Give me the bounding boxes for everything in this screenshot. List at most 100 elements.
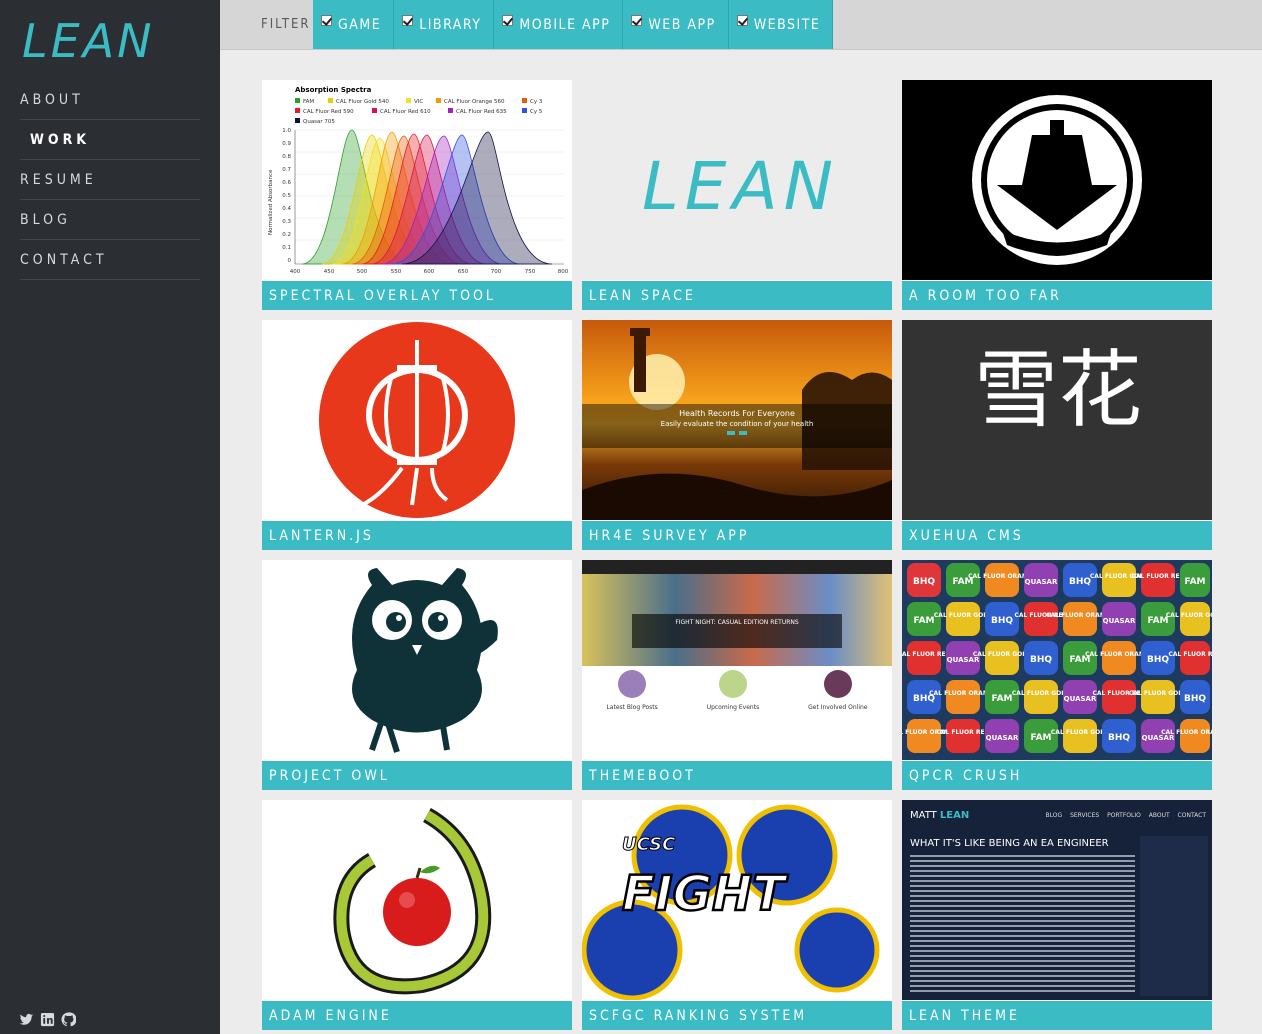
project-thumbnail: FIGHT NIGHT: CASUAL EDITION RETURNS Late… (582, 560, 892, 760)
svg-text:QUASAR: QUASAR (986, 734, 1019, 742)
feature-column: Upcoming Events (707, 670, 759, 711)
svg-text:CAL FLUOR RED: CAL FLUOR RED (1168, 651, 1212, 658)
project-card-a-room-too-far[interactable]: A ROOM TOO FAR (902, 80, 1212, 310)
project-card-lean-space[interactable]: LEAN LEAN SPACE (582, 80, 892, 310)
linkedin-icon[interactable] (40, 1012, 55, 1027)
social-links (19, 1012, 77, 1027)
project-title: QPCR CRUSH (902, 760, 1212, 790)
project-card-lean-theme[interactable]: MATT LEAN BLOG SERVICES PORTFOLIO ABOUT … (902, 800, 1212, 1030)
project-thumbnail (902, 80, 1212, 280)
svg-text:CAL FLUOR GOLD: CAL FLUOR GOLD (1012, 690, 1070, 697)
svg-text:400: 400 (290, 269, 301, 275)
svg-text:0.7: 0.7 (282, 167, 291, 173)
nav-item-contact[interactable]: CONTACT (20, 240, 200, 280)
filter-options: GAME LIBRARY MOBILE APP WEB APP WEBSITE (313, 0, 834, 49)
blog-post-body (910, 855, 1135, 995)
main-nav: ABOUT WORK RESUME BLOG CONTACT (20, 80, 200, 280)
project-thumbnail: BHQ FAM CAL FLUOR ORANGE QUASAR BHQ CAL … (902, 560, 1212, 760)
svg-text:BHQ: BHQ (1147, 655, 1169, 665)
svg-text:BHQ: BHQ (1030, 655, 1052, 665)
svg-text:1.0: 1.0 (282, 128, 291, 134)
project-thumbnail (262, 800, 572, 1000)
checkbox-checked-icon[interactable] (736, 15, 748, 26)
sidebar: LEAN ABOUT WORK RESUME BLOG CONTACT (0, 0, 220, 1034)
project-card-themeboot[interactable]: FIGHT NIGHT: CASUAL EDITION RETURNS Late… (582, 560, 892, 790)
lantern-logo-image (319, 322, 515, 518)
project-card-xuehua-cms[interactable]: 雪花 XUEHUA CMS (902, 320, 1212, 550)
project-card-adam-engine[interactable]: ADAM ENGINE (262, 800, 572, 1030)
svg-text:CAL Fluor Red 635: CAL Fluor Red 635 (456, 109, 507, 115)
project-title: SPECTRAL OVERLAY TOOL (262, 280, 572, 310)
owl-mascot-image (352, 568, 498, 753)
project-card-project-owl[interactable]: PROJECT OWL (262, 560, 572, 790)
ship-emblem-image (972, 95, 1142, 265)
svg-text:700: 700 (491, 269, 502, 275)
svg-text:CAL Fluor Red 590: CAL Fluor Red 590 (303, 109, 354, 115)
project-title: SCFGC RANKING SYSTEM (582, 1000, 892, 1030)
feature-columns: Latest Blog Posts Upcoming Events Get In… (582, 670, 892, 711)
feature-column: Latest Blog Posts (606, 670, 658, 711)
svg-text:BHQ: BHQ (991, 616, 1013, 626)
svg-text:BHQ: BHQ (1069, 577, 1091, 587)
checkbox-checked-icon[interactable] (321, 15, 332, 26)
project-title: HR4E SURVEY APP (582, 520, 892, 550)
svg-text:CAL FLUOR GOLD: CAL FLUOR GOLD (1051, 729, 1109, 736)
filter-game[interactable]: GAME (313, 0, 395, 49)
project-thumbnail: LEAN (582, 80, 892, 280)
github-icon[interactable] (61, 1012, 77, 1027)
site-logo[interactable]: LEAN (22, 14, 155, 68)
svg-text:CAL FLUOR GOLD: CAL FLUOR GOLD (1166, 612, 1212, 619)
nav-item-blog[interactable]: BLOG (20, 200, 200, 240)
filter-website[interactable]: WEBSITE (728, 0, 834, 49)
apple-snake-logo-image (333, 808, 492, 995)
checkbox-checked-icon[interactable] (631, 15, 643, 26)
svg-text:800: 800 (558, 269, 569, 275)
project-card-hr4e-survey-app[interactable]: Health Records For Everyone Easily evalu… (582, 320, 892, 550)
project-card-lantern-js[interactable]: LANTERN.JS (262, 320, 572, 550)
svg-text:CAL FLUOR GOLD: CAL FLUOR GOLD (973, 651, 1031, 658)
svg-text:FAM: FAM (913, 616, 934, 626)
project-title: LEAN THEME (902, 1000, 1212, 1030)
project-title: XUEHUA CMS (902, 520, 1212, 550)
filter-web-app[interactable]: WEB APP (623, 0, 729, 49)
project-thumbnail (262, 320, 572, 520)
project-card-spectral-overlay-tool[interactable]: Absorption Spectra FAM CAL Fluor Gold 54… (262, 80, 572, 310)
filter-mobile-app[interactable]: MOBILE APP (494, 0, 624, 49)
svg-text:600: 600 (424, 269, 435, 275)
project-card-scfgc-ranking-system[interactable]: UCSC FIGHT SCFGC RANKING SYSTEM (582, 800, 892, 1030)
svg-text:QUASAR: QUASAR (1103, 617, 1136, 625)
svg-text:450: 450 (324, 269, 335, 275)
svg-text:0.5: 0.5 (282, 193, 291, 199)
svg-text:0.1: 0.1 (282, 245, 291, 251)
filter-bar: FILTER GAME LIBRARY MOBILE APP WEB APP W… (220, 0, 1262, 50)
feature-column: Get Involved Online (808, 670, 868, 711)
svg-text:CAL Fluor Gold 540: CAL Fluor Gold 540 (336, 99, 389, 105)
project-thumbnail (262, 560, 572, 760)
svg-text:VIC: VIC (414, 99, 423, 105)
qpcr-tiles-image: BHQ FAM CAL FLUOR ORANGE QUASAR BHQ CAL … (902, 563, 1212, 753)
svg-text:CAL FLUOR RED: CAL FLUOR RED (902, 651, 951, 658)
filter-library[interactable]: LIBRARY (394, 0, 495, 49)
nav-item-work[interactable]: WORK (20, 120, 200, 160)
svg-text:500: 500 (357, 269, 368, 275)
svg-text:CAL Fluor Orange 560: CAL Fluor Orange 560 (444, 99, 505, 105)
svg-text:Cy 5: Cy 5 (530, 109, 543, 115)
nav-item-about[interactable]: ABOUT (20, 80, 200, 120)
svg-text:CAL FLUOR GOLD: CAL FLUOR GOLD (934, 612, 992, 619)
svg-text:CAL FLUOR ORANGE: CAL FLUOR ORANGE (1161, 729, 1212, 736)
svg-text:550: 550 (391, 269, 402, 275)
checkbox-checked-icon[interactable] (502, 15, 514, 26)
twitter-icon[interactable] (19, 1012, 34, 1027)
project-title: THEMEBOOT (582, 760, 892, 790)
svg-text:Cy 3: Cy 3 (530, 99, 543, 105)
project-title: PROJECT OWL (262, 760, 572, 790)
nav-item-resume[interactable]: RESUME (20, 160, 200, 200)
project-card-qpcr-crush[interactable]: BHQ FAM CAL FLUOR ORANGE QUASAR BHQ CAL … (902, 560, 1212, 790)
svg-text:FAM: FAM (1184, 577, 1205, 587)
svg-text:BHQ: BHQ (1184, 694, 1206, 704)
blog-sidebar (1140, 836, 1208, 996)
checkbox-checked-icon[interactable] (402, 15, 414, 26)
svg-text:CAL Fluor Red 610: CAL Fluor Red 610 (380, 109, 431, 115)
svg-text:Quasar 705: Quasar 705 (303, 119, 335, 125)
svg-text:Normalized Absorbance: Normalized Absorbance (268, 169, 274, 235)
